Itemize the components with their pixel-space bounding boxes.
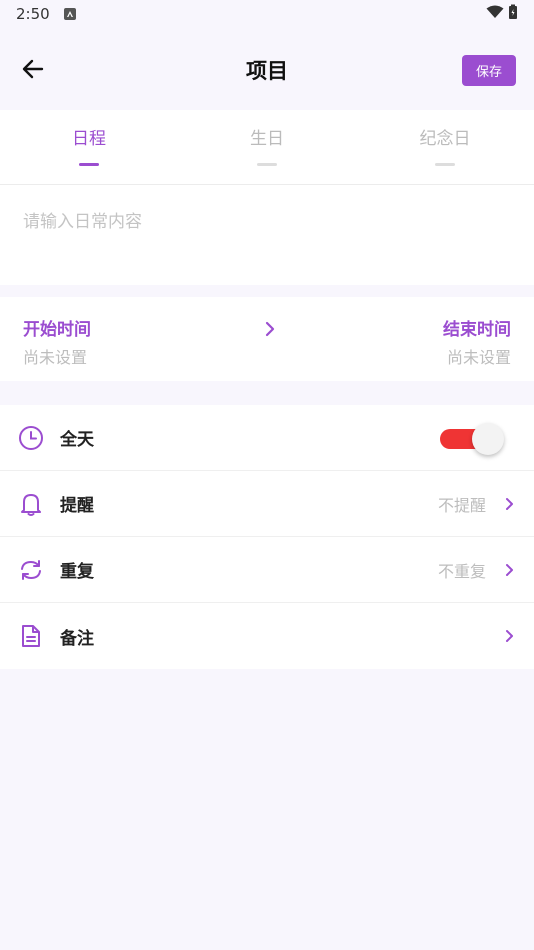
- chevron-right-icon: [506, 630, 513, 642]
- save-button[interactable]: 保存: [462, 55, 516, 86]
- status-time: 2:50: [16, 5, 50, 23]
- tab-indicator: [435, 163, 455, 166]
- toggle-thumb: [472, 423, 504, 455]
- setting-label: 备注: [60, 628, 94, 649]
- settings-list: 全天 提醒 不提醒 重复 不重复 备注: [0, 405, 534, 669]
- setting-label: 全天: [60, 430, 94, 450]
- tab-schedule[interactable]: 日程: [0, 110, 178, 184]
- end-time-value: 尚未设置: [446, 348, 511, 367]
- setting-label: 提醒: [60, 496, 94, 516]
- app-bar: 项目 保存: [0, 38, 534, 100]
- refresh-icon: [18, 557, 44, 583]
- setting-all-day: 全天: [0, 405, 534, 471]
- setting-label: 重复: [60, 562, 94, 582]
- start-time-picker[interactable]: 开始时间 尚未设置: [23, 315, 91, 368]
- tab-label: 生日: [250, 129, 284, 149]
- end-time-picker[interactable]: 结束时间 尚未设置: [443, 315, 511, 368]
- content-input-container: [0, 185, 534, 285]
- type-tabs: 日程 生日 纪念日: [0, 110, 534, 185]
- setting-reminder[interactable]: 提醒 不提醒: [0, 471, 534, 537]
- setting-repeat[interactable]: 重复 不重复: [0, 537, 534, 603]
- notification-a-icon: [63, 8, 76, 20]
- time-range-row: 开始时间 尚未设置 结束时间 尚未设置: [0, 297, 534, 381]
- battery-icon: [508, 4, 518, 24]
- page-title: 项目: [246, 59, 288, 83]
- tab-indicator: [79, 163, 99, 166]
- tab-indicator: [257, 163, 277, 166]
- repeat-value: 不重复: [437, 561, 486, 581]
- tab-birthday[interactable]: 生日: [178, 110, 356, 184]
- start-time-label: 开始时间: [23, 320, 91, 340]
- bell-icon: [18, 491, 44, 517]
- reminder-value: 不提醒: [437, 495, 486, 515]
- start-time-value: 尚未设置: [23, 348, 88, 367]
- clock-icon: [18, 425, 44, 451]
- tab-label: 日程: [72, 129, 106, 149]
- status-right: [486, 4, 518, 24]
- status-bar: 2:50: [0, 0, 534, 28]
- setting-note[interactable]: 备注: [0, 603, 534, 669]
- tab-anniversary[interactable]: 纪念日: [356, 110, 534, 184]
- chevron-right-icon: [506, 497, 513, 510]
- wifi-icon: [486, 5, 504, 23]
- chevron-right-icon: [265, 321, 275, 337]
- tab-label: 纪念日: [419, 129, 471, 149]
- content-input[interactable]: [0, 185, 534, 285]
- end-time-label: 结束时间: [443, 320, 511, 340]
- chevron-right-icon: [506, 563, 513, 576]
- document-icon: [18, 623, 44, 649]
- all-day-toggle[interactable]: [440, 422, 504, 455]
